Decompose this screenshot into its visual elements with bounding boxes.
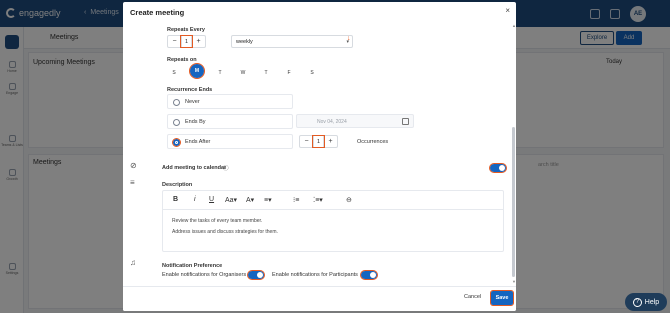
never-label: Never: [185, 99, 200, 105]
help-icon: ?: [632, 297, 642, 307]
repeat-unit-select[interactable]: weekly ▾: [231, 35, 353, 48]
bold-icon[interactable]: B: [173, 196, 178, 203]
day-tuesday[interactable]: T: [215, 70, 225, 76]
ends-after-label: Ends After: [185, 139, 211, 145]
repeats-every-label: Repeats Every: [167, 27, 205, 33]
organisers-notification-toggle[interactable]: [247, 270, 265, 280]
add-to-calendar-toggle[interactable]: [489, 163, 507, 173]
font-color-icon[interactable]: A▾: [246, 196, 254, 204]
increment-button[interactable]: +: [192, 36, 205, 47]
ends-by-radio[interactable]: [173, 118, 180, 126]
calendar-icon[interactable]: [402, 118, 409, 125]
ends-by-label: Ends By: [185, 119, 206, 125]
bullet-list-icon[interactable]: ⁚≡▾: [313, 196, 323, 204]
organisers-notification-label: Enable notifications for Organisers: [162, 272, 247, 278]
day-monday[interactable]: M: [189, 63, 205, 79]
help-button[interactable]: ? Help: [625, 293, 667, 311]
repeats-on-label: Repeats on: [167, 57, 197, 63]
day-thursday[interactable]: T: [261, 70, 271, 76]
never-radio[interactable]: [173, 98, 180, 106]
participants-notification-label: Enable notifications for Participants: [272, 272, 358, 278]
help-label: Help: [644, 298, 660, 306]
highlight-arrow-icon: ↓: [347, 35, 351, 42]
cancel-button[interactable]: Cancel: [464, 294, 481, 300]
ends-by-date-value: Nov 04, 2024: [317, 119, 347, 125]
occurrences-increment-button[interactable]: +: [324, 136, 337, 147]
numbered-list-icon[interactable]: ⁝≡: [293, 196, 299, 204]
editor-toolbar: B i U Aa▾ A▾ ≡▾ ⁝≡ ⁚≡▾ ⊖: [163, 191, 503, 210]
ends-by-date-field[interactable]: Nov 04, 2024: [296, 114, 414, 128]
repeats-every-value[interactable]: 1: [180, 35, 193, 48]
align-icon[interactable]: ≡▾: [264, 196, 272, 204]
bell-icon: ♫: [130, 258, 136, 267]
menu-lines-icon: ≡: [130, 178, 135, 187]
description-line-1: Review the tasks of every team member.: [172, 218, 263, 224]
scroll-up-icon[interactable]: ▲: [512, 23, 516, 28]
save-button[interactable]: Save: [490, 290, 514, 306]
scroll-down-icon[interactable]: ▼: [512, 279, 516, 284]
description-editor[interactable]: B i U Aa▾ A▾ ≡▾ ⁝≡ ⁚≡▾ ⊖ Review the task…: [162, 190, 504, 252]
font-size-icon[interactable]: Aa▾: [225, 196, 237, 204]
occurrences-label: Occurrences: [357, 139, 389, 145]
italic-icon[interactable]: i: [194, 196, 196, 203]
repeat-unit-value: weekly: [236, 39, 253, 45]
modal-body: Repeats Every − 1 + weekly ▾ ↓ Repeats o…: [123, 22, 516, 286]
day-wednesday[interactable]: W: [238, 70, 248, 76]
recurrence-never-option[interactable]: Never: [167, 94, 293, 109]
recurrence-ends-label: Recurrence Ends: [167, 87, 213, 93]
decrement-button[interactable]: −: [168, 36, 181, 47]
repeats-every-stepper: − 1 +: [167, 35, 206, 48]
link-insert-icon[interactable]: ⊖: [346, 196, 352, 204]
close-icon[interactable]: ×: [505, 6, 510, 15]
link-icon: ⊘: [130, 161, 137, 170]
info-icon[interactable]: ⓘ: [223, 164, 229, 172]
underline-icon[interactable]: U: [209, 196, 214, 203]
modal-footer: Cancel Save: [123, 286, 516, 311]
day-saturday[interactable]: S: [307, 70, 317, 76]
occurrences-decrement-button[interactable]: −: [300, 136, 313, 147]
recurrence-ends-after-option[interactable]: Ends After: [167, 134, 293, 149]
participants-notification-toggle[interactable]: [360, 270, 378, 280]
add-to-calendar-label: Add meeting to calendar: [162, 165, 227, 171]
recurrence-ends-by-option[interactable]: Ends By: [167, 114, 293, 129]
create-meeting-modal: Create meeting × Repeats Every − 1 + wee…: [123, 2, 516, 311]
notification-preference-label: Notification Preference: [162, 263, 223, 269]
modal-title: Create meeting: [130, 8, 185, 17]
day-sunday[interactable]: S: [169, 70, 179, 76]
modal-scrollbar-thumb[interactable]: [512, 127, 515, 277]
occurrences-stepper: − 1 +: [299, 135, 338, 148]
description-label: Description: [162, 182, 193, 188]
day-friday[interactable]: F: [284, 70, 294, 76]
ends-after-radio[interactable]: [172, 137, 181, 147]
description-line-2: Address issues and discuss strategies fo…: [172, 229, 278, 235]
occurrences-value[interactable]: 1: [312, 135, 325, 148]
